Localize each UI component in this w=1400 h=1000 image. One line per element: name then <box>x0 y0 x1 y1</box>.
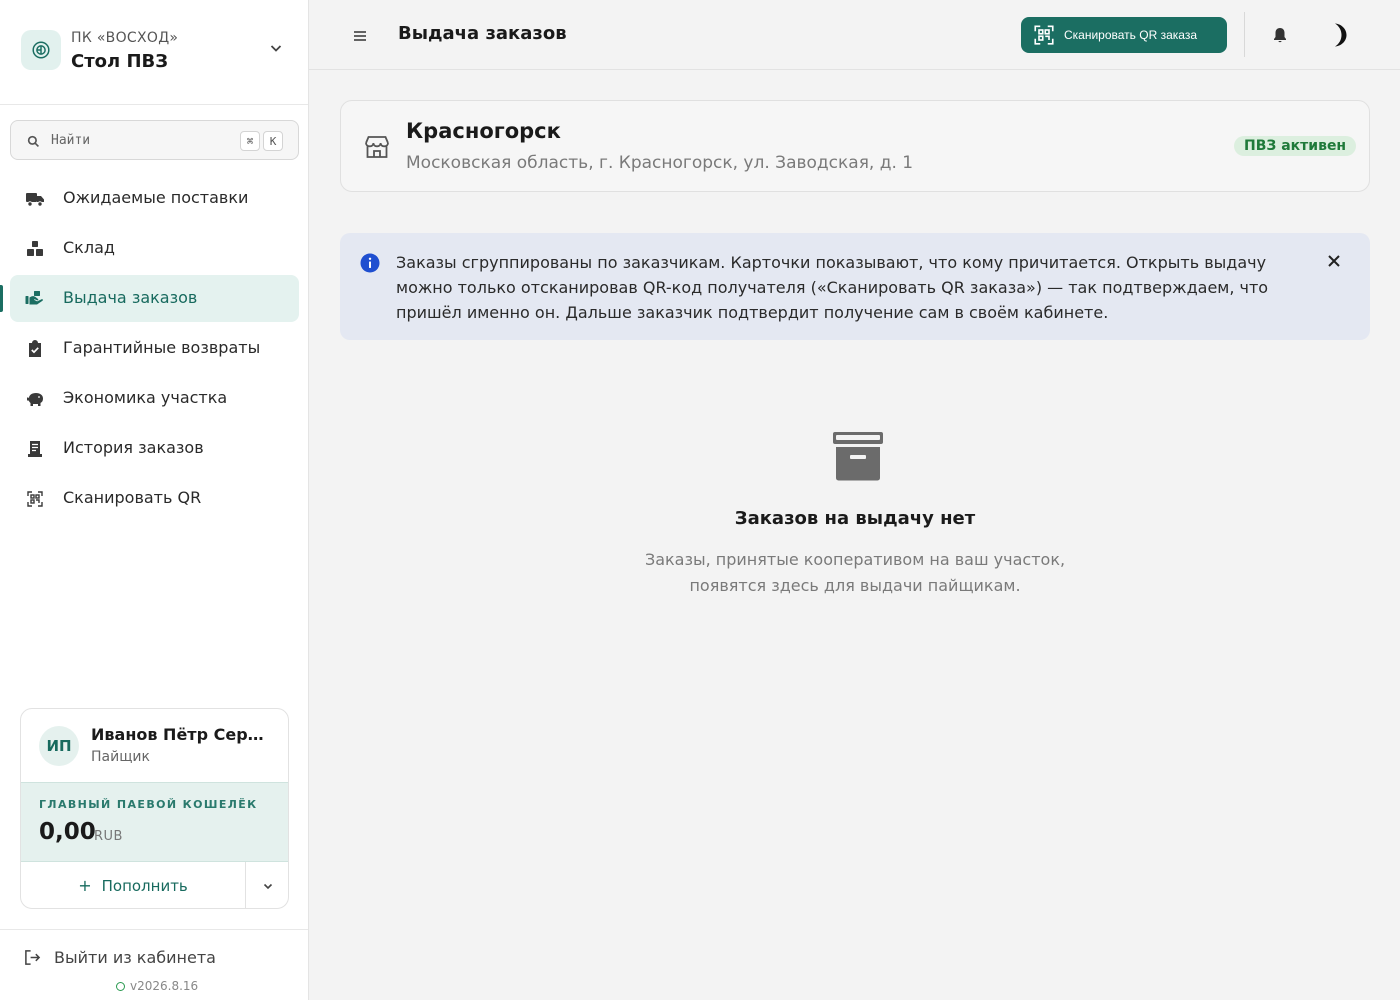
avatar[interactable]: ИП <box>39 726 79 766</box>
search-icon <box>27 133 40 152</box>
sidebar-item-expected-deliveries[interactable]: Ожидаемые поставки <box>10 175 299 222</box>
status-badge: ПВЗ активен <box>1234 136 1357 156</box>
empty-state-title: Заказов на выдачу нет <box>734 508 976 529</box>
empty-state: Заказов на выдачу нет Заказы, принятые к… <box>340 430 1370 599</box>
store-icon <box>363 133 391 165</box>
logout-button[interactable]: Выйти из кабинета <box>24 948 216 967</box>
logout-label: Выйти из кабинета <box>54 948 216 967</box>
sidebar-item-label: Сканировать QR <box>63 488 202 507</box>
close-banner-button[interactable] <box>1324 251 1344 271</box>
search-input[interactable] <box>51 129 231 151</box>
truck-icon <box>25 189 45 209</box>
theme-toggle-button[interactable] <box>1326 21 1354 49</box>
qr-scan-icon <box>25 489 45 509</box>
sidebar-item-warranty-returns[interactable]: Гарантийные возвраты <box>10 325 299 372</box>
pickup-point-card: Красногорск Московская область, г. Красн… <box>340 100 1370 192</box>
scan-qr-order-label: Сканировать QR заказа <box>1064 28 1198 42</box>
plus-icon: + <box>78 876 92 895</box>
org-switcher[interactable]: ПК «ВОСХОД» Стол ПВЗ <box>0 0 308 105</box>
version-info: v2026.8.16 <box>116 979 198 993</box>
hand-box-icon <box>25 289 45 309</box>
search-box[interactable]: ⌘ K <box>10 120 299 160</box>
pickup-point-address: Московская область, г. Красногорск, ул. … <box>406 153 914 173</box>
chevron-down-icon <box>263 883 273 889</box>
top-header: Выдача заказов Сканировать QR заказа <box>309 0 1400 70</box>
empty-state-text: Заказы, принятые кооперативом на ваш уча… <box>644 550 1066 595</box>
sidebar-item-label: Склад <box>63 238 115 257</box>
menu-toggle-button[interactable] <box>349 25 371 47</box>
wallet-label: ГЛАВНЫЙ ПАЕВОЙ КОШЕЛЁК <box>39 798 258 811</box>
header-divider <box>1244 12 1245 57</box>
sidebar-item-order-history[interactable]: История заказов <box>10 425 299 472</box>
info-banner: Заказы сгруппированы по заказчикам. Карт… <box>340 233 1370 340</box>
receipt-icon <box>25 439 45 459</box>
sidebar-item-label: Гарантийные возвраты <box>63 338 261 357</box>
close-icon <box>1328 255 1340 267</box>
topup-button[interactable]: + Пополнить <box>21 862 246 908</box>
sidebar-item-warehouse[interactable]: Склад <box>10 225 299 272</box>
piggy-bank-icon <box>25 389 45 409</box>
info-icon <box>360 253 380 277</box>
org-name: Стол ПВЗ <box>71 51 169 72</box>
org-subtitle: ПК «ВОСХОД» <box>71 30 179 46</box>
sidebar-item-label: Экономика участка <box>63 388 228 407</box>
logout-area: Выйти из кабинета v2026.8.16 <box>0 929 308 1000</box>
user-card: ИП Иванов Пётр Сергеевич Пайщик ГЛАВНЫЙ … <box>20 708 289 909</box>
logout-icon <box>25 950 41 965</box>
sidebar-item-order-issue[interactable]: Выдача заказов <box>0 275 299 322</box>
page-title: Выдача заказов <box>398 23 567 44</box>
clipboard-check-icon <box>25 339 45 359</box>
boxes-icon <box>25 239 45 259</box>
shortcut-key: K <box>263 131 283 151</box>
topup-more-button[interactable] <box>246 862 288 908</box>
wallet-amount: 0,00 <box>39 819 96 845</box>
version-label: v2026.8.16 <box>130 979 199 993</box>
wallet-panel: ГЛАВНЫЙ ПАЕВОЙ КОШЕЛЁК 0,00 RUB <box>21 782 288 862</box>
status-dot-icon <box>116 981 125 991</box>
sidebar-item-economy[interactable]: Экономика участка <box>10 375 299 422</box>
info-banner-text: Заказы сгруппированы по заказчикам. Карт… <box>396 253 1269 322</box>
qr-scan-icon <box>1034 25 1054 45</box>
sidebar-item-label: Ожидаемые поставки <box>63 188 249 207</box>
moon-icon <box>1335 23 1347 47</box>
sidebar-item-label: История заказов <box>63 438 204 457</box>
pickup-point-city: Красногорск <box>406 119 561 143</box>
menu-icon <box>354 31 366 41</box>
chevron-down-icon[interactable] <box>266 38 286 58</box>
bell-icon <box>1274 28 1286 43</box>
wallet-currency: RUB <box>94 829 123 844</box>
sidebar-item-scan-qr[interactable]: Сканировать QR <box>10 475 299 522</box>
user-name: Иванов Пётр Сергеевич <box>91 725 271 744</box>
user-role: Пайщик <box>91 749 150 765</box>
org-logo <box>21 30 61 70</box>
archive-icon <box>832 430 884 486</box>
shortcut-mod-key: ⌘ <box>240 131 260 151</box>
sidebar: ПК «ВОСХОД» Стол ПВЗ ⌘ K Ожидаемые поста… <box>0 0 309 1000</box>
topup-label: Пополнить <box>101 876 188 895</box>
notifications-button[interactable] <box>1270 25 1290 45</box>
sidebar-item-label: Выдача заказов <box>63 288 198 307</box>
scan-qr-order-button[interactable]: Сканировать QR заказа <box>1021 17 1227 53</box>
sidebar-nav: Ожидаемые поставки Склад Выдача заказов … <box>0 175 299 525</box>
